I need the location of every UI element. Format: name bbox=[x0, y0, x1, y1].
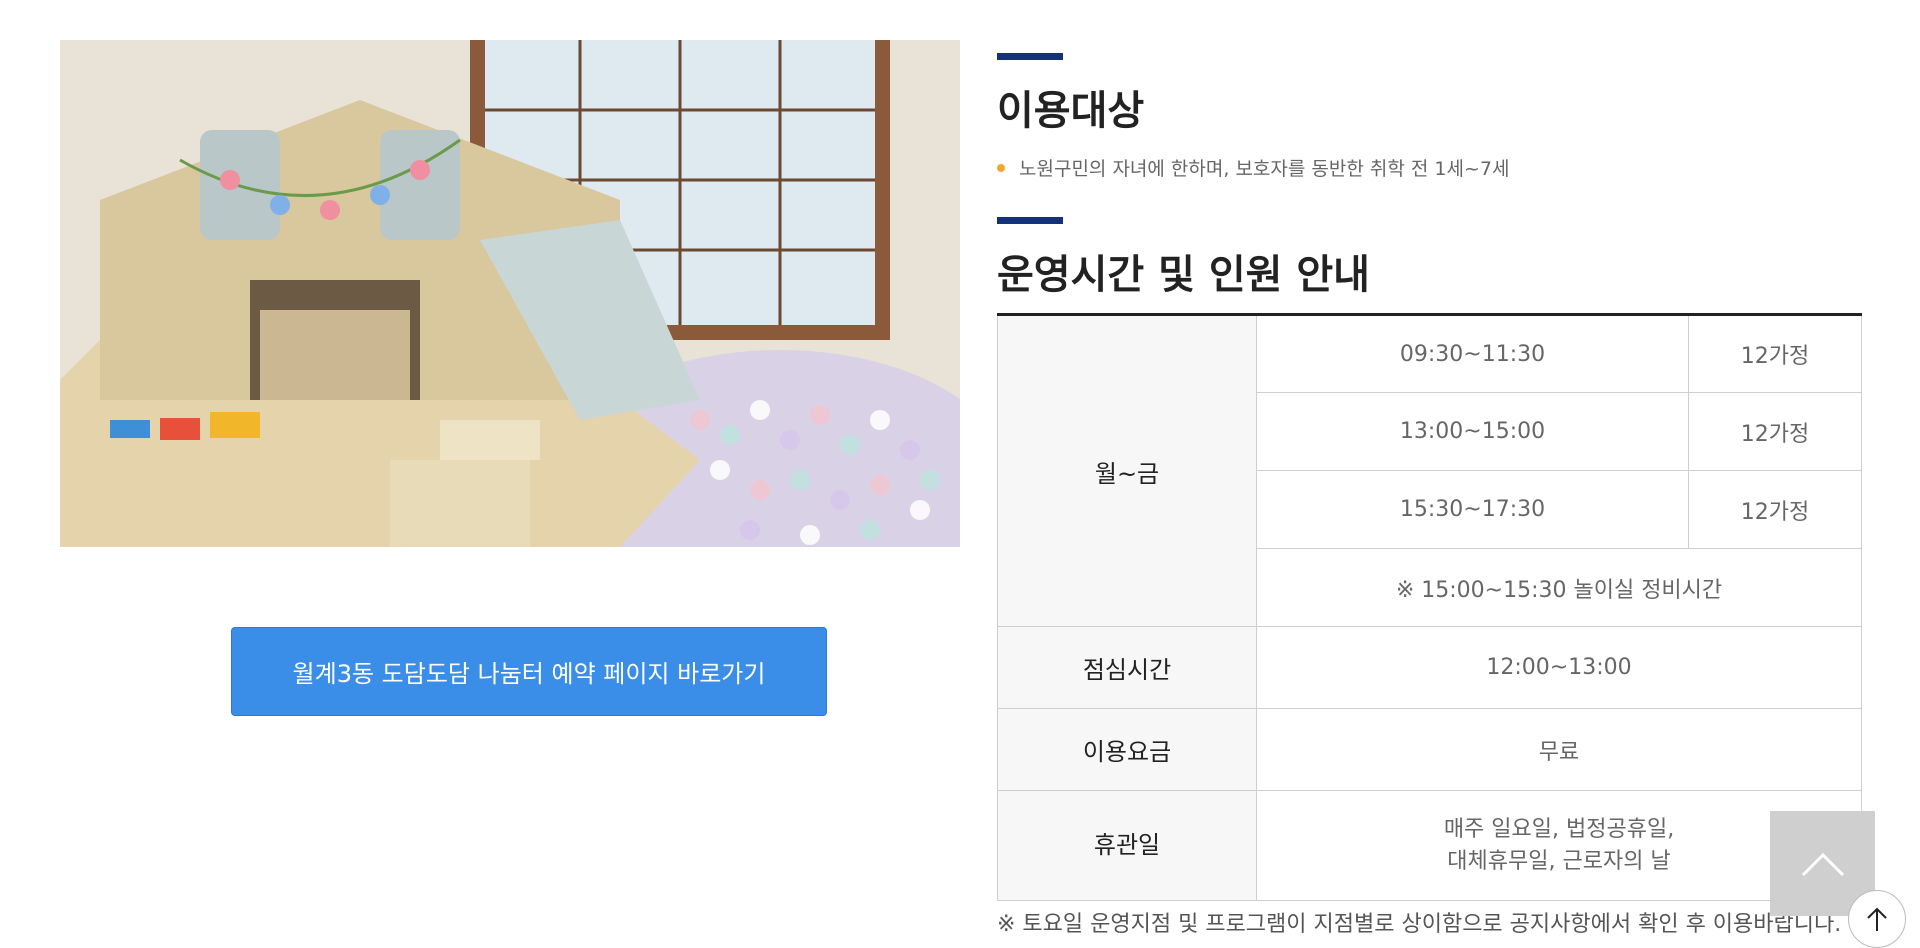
weekday-label: 월~금 bbox=[997, 314, 1257, 627]
table-row: 이용요금 무료 bbox=[997, 708, 1862, 791]
slot-time: 15:30~17:30 bbox=[1256, 470, 1689, 549]
round-top-button[interactable] bbox=[1848, 890, 1906, 948]
slot-capacity: 12가정 bbox=[1688, 314, 1862, 393]
maintenance-note: ※ 15:00~15:30 놀이실 정비시간 bbox=[1256, 548, 1862, 627]
saturday-footnote: ※ 토요일 운영지점 및 프로그램이 지점별로 상이함으로 공지사항에서 확인 … bbox=[997, 912, 1842, 937]
table-row: 점심시간 12:00~13:00 bbox=[997, 626, 1862, 709]
target-title: 이용대상 bbox=[997, 88, 1145, 134]
arrow-up-icon bbox=[1867, 907, 1887, 931]
slot-capacity: 12가정 bbox=[1688, 470, 1862, 549]
slot-capacity: 12가정 bbox=[1688, 392, 1862, 471]
target-bullet: 노원구민의 자녀에 한하며, 보호자를 동반한 취학 전 1세~7세 bbox=[997, 154, 1509, 181]
playroom-photo bbox=[60, 40, 960, 547]
section-accent-bar bbox=[997, 53, 1063, 60]
chevron-up-icon bbox=[1801, 852, 1844, 876]
reservation-page-button[interactable]: 월계3동 도담도담 나눔터 예약 페이지 바로가기 bbox=[231, 627, 827, 716]
target-text: 노원구민의 자녀에 한하며, 보호자를 동반한 취학 전 1세~7세 bbox=[1019, 158, 1510, 180]
slot-time: 13:00~15:00 bbox=[1256, 392, 1689, 471]
fee-label: 이용요금 bbox=[997, 708, 1257, 791]
bullet-dot-icon bbox=[997, 163, 1005, 172]
lunch-label: 점심시간 bbox=[997, 626, 1257, 709]
hours-title: 운영시간 및 인원 안내 bbox=[997, 252, 1370, 298]
slot-time: 09:30~11:30 bbox=[1256, 314, 1689, 393]
section-accent-bar bbox=[997, 217, 1063, 224]
schedule-table: 월~금 09:30~11:30 12가정 13:00~15:00 12가정 15… bbox=[997, 313, 1862, 901]
fee-value: 무료 bbox=[1256, 708, 1862, 791]
lunch-value: 12:00~13:00 bbox=[1256, 626, 1862, 709]
table-row: 월~금 09:30~11:30 12가정 bbox=[997, 314, 1862, 627]
table-row: 휴관일 매주 일요일, 법정공휴일, 대체휴무일, 근로자의 날 bbox=[997, 790, 1862, 901]
closed-label: 휴관일 bbox=[997, 790, 1257, 901]
